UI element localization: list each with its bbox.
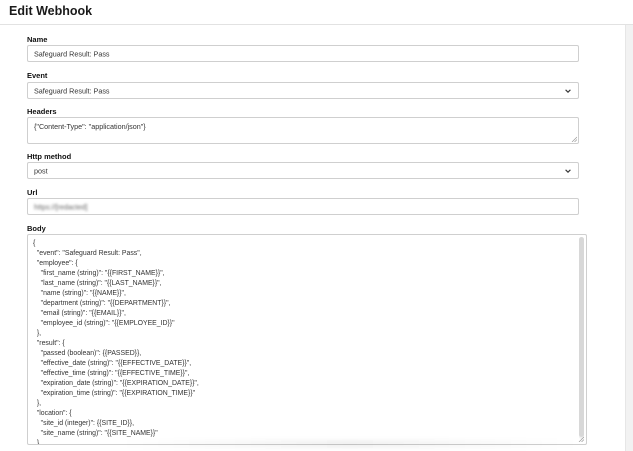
page-title: Edit Webhook bbox=[9, 4, 93, 18]
headers-label: Headers bbox=[27, 107, 57, 116]
name-input-value: Safeguard Result: Pass bbox=[34, 49, 110, 58]
url-label: Url bbox=[27, 188, 38, 197]
url-input[interactable]: https://[redacted] bbox=[27, 198, 579, 215]
http-method-select-value: post bbox=[34, 166, 48, 175]
body-label: Body bbox=[27, 224, 46, 233]
headers-textarea[interactable]: {"Content-Type": "application/json"} bbox=[27, 117, 579, 144]
headers-textarea-value: {"Content-Type": "application/json"} bbox=[34, 122, 146, 131]
chevron-down-icon bbox=[565, 168, 571, 173]
chevron-down-icon bbox=[565, 88, 571, 93]
name-label: Name bbox=[27, 35, 48, 44]
body-scrollbar[interactable] bbox=[579, 237, 584, 439]
resize-grip-icon[interactable] bbox=[571, 136, 577, 142]
http-method-label: Http method bbox=[27, 152, 72, 161]
bottom-shadow bbox=[120, 440, 580, 448]
http-method-select[interactable]: post bbox=[27, 162, 579, 179]
event-select[interactable]: Safeguard Result: Pass bbox=[27, 82, 579, 99]
url-input-value: https://[redacted] bbox=[34, 202, 88, 211]
page-header: Edit Webhook bbox=[0, 0, 633, 25]
body-textarea[interactable]: { "event": "Safeguard Result: Pass", "em… bbox=[27, 234, 587, 445]
body-scrollbar-thumb[interactable] bbox=[579, 237, 584, 437]
name-input[interactable]: Safeguard Result: Pass bbox=[27, 45, 579, 62]
event-select-value: Safeguard Result: Pass bbox=[34, 86, 110, 95]
event-label: Event bbox=[27, 71, 48, 80]
body-textarea-value: { "event": "Safeguard Result: Pass", "em… bbox=[33, 240, 199, 445]
